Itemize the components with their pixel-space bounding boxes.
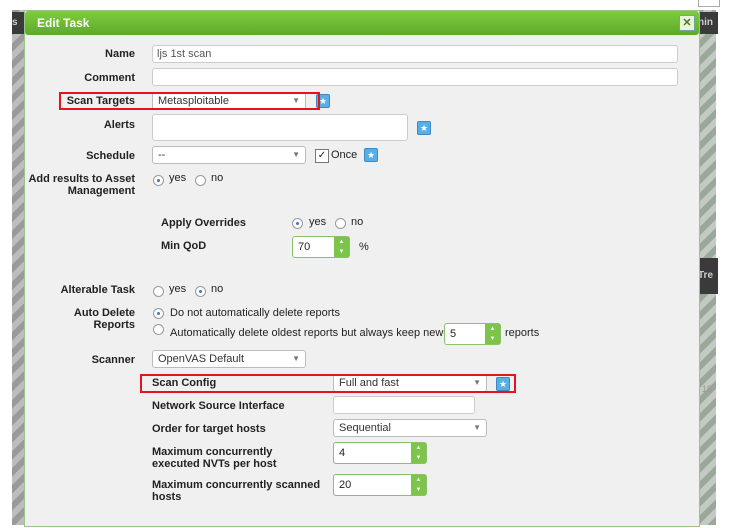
order-select[interactable]: Sequential ▼ [333, 419, 487, 437]
order-label: Order for target hosts [152, 423, 266, 435]
close-icon[interactable]: ✕ [679, 15, 695, 31]
background-box [698, 0, 720, 7]
highlight-box [59, 92, 320, 110]
max-nvts-value: 4 [339, 447, 346, 459]
chevron-down-icon: ▼ [292, 354, 300, 363]
apply-overrides-no-radio[interactable] [335, 218, 346, 229]
schedule-value: -- [158, 149, 166, 161]
background-tab: nin [698, 12, 718, 34]
alterable-yes-radio[interactable] [153, 286, 164, 297]
no-label: no [211, 172, 224, 184]
schedule-label: Schedule [86, 150, 135, 162]
min-qod-value: 70 [298, 241, 311, 253]
chevron-down-icon: ▼ [292, 150, 300, 159]
alerts-select[interactable] [152, 114, 408, 141]
scanner-value: OpenVAS Default [158, 353, 245, 365]
spinner-arrows-icon[interactable]: ▲ ▼ [411, 443, 426, 463]
max-nvts-label: Maximum concurrently executed NVTs per h… [152, 446, 277, 470]
min-qod-unit: % [359, 241, 369, 253]
network-source-label: Network Source Interface [152, 400, 285, 412]
apply-overrides-label: Apply Overrides [161, 217, 246, 229]
max-nvts-spinner[interactable]: 4 ▲ ▼ [333, 442, 427, 464]
schedule-select[interactable]: -- ▼ [152, 146, 306, 164]
dialog-header: Edit Task ✕ [25, 11, 699, 35]
auto-delete-keep-radio[interactable] [153, 324, 164, 335]
alerts-label: Alerts [103, 119, 135, 131]
min-qod-label: Min QoD [161, 240, 207, 252]
keep-reports-value: 5 [450, 328, 457, 340]
min-qod-spinner[interactable]: 70 ▲ ▼ [292, 236, 350, 258]
yes-label: yes [169, 283, 187, 295]
max-hosts-label: Maximum concurrently scanned hosts [152, 479, 321, 503]
once-checkbox[interactable]: ✓ [315, 149, 329, 163]
yes-label: yes [169, 172, 187, 184]
spinner-arrows-icon[interactable]: ▲ ▼ [485, 324, 500, 344]
no-label: no [351, 216, 364, 228]
add-results-yes-radio[interactable] [153, 175, 164, 186]
add-results-no-radio[interactable] [195, 175, 206, 186]
highlight-box [140, 374, 516, 393]
scanner-label: Scanner [91, 354, 135, 366]
spinner-arrows-icon[interactable]: ▲ ▼ [334, 237, 349, 257]
auto-delete-option2: Automatically delete oldest reports but … [170, 327, 458, 339]
name-input[interactable] [152, 45, 678, 63]
max-hosts-value: 20 [339, 479, 352, 491]
apply-overrides-yes-radio[interactable] [292, 218, 303, 229]
auto-delete-none-radio[interactable] [153, 308, 164, 319]
name-label: Name [105, 48, 135, 60]
background-date: 18 [702, 384, 713, 394]
add-results-label: Add results to Asset Management [28, 173, 135, 197]
order-value: Sequential [339, 422, 391, 434]
new-schedule-icon[interactable]: ★ [364, 148, 378, 162]
auto-delete-option1: Do not automatically delete reports [170, 307, 340, 319]
dialog-title: Edit Task [37, 16, 90, 30]
background-header: Tre [698, 258, 718, 294]
scanner-select[interactable]: OpenVAS Default ▼ [152, 350, 306, 368]
no-label: no [211, 283, 224, 295]
comment-label: Comment [84, 72, 135, 84]
once-label: Once [331, 149, 358, 161]
alterable-label: Alterable Task [60, 284, 135, 296]
reports-suffix: reports [505, 327, 540, 339]
new-alert-icon[interactable]: ★ [417, 121, 431, 135]
max-hosts-spinner[interactable]: 20 ▲ ▼ [333, 474, 427, 496]
network-source-input[interactable] [333, 396, 475, 414]
yes-label: yes [309, 216, 327, 228]
auto-delete-label: Auto Delete Reports [73, 307, 135, 331]
keep-reports-spinner[interactable]: 5 ▲ ▼ [444, 323, 501, 345]
alterable-no-radio[interactable] [195, 286, 206, 297]
spinner-arrows-icon[interactable]: ▲ ▼ [411, 475, 426, 495]
comment-input[interactable] [152, 68, 678, 86]
chevron-down-icon: ▼ [473, 423, 481, 432]
